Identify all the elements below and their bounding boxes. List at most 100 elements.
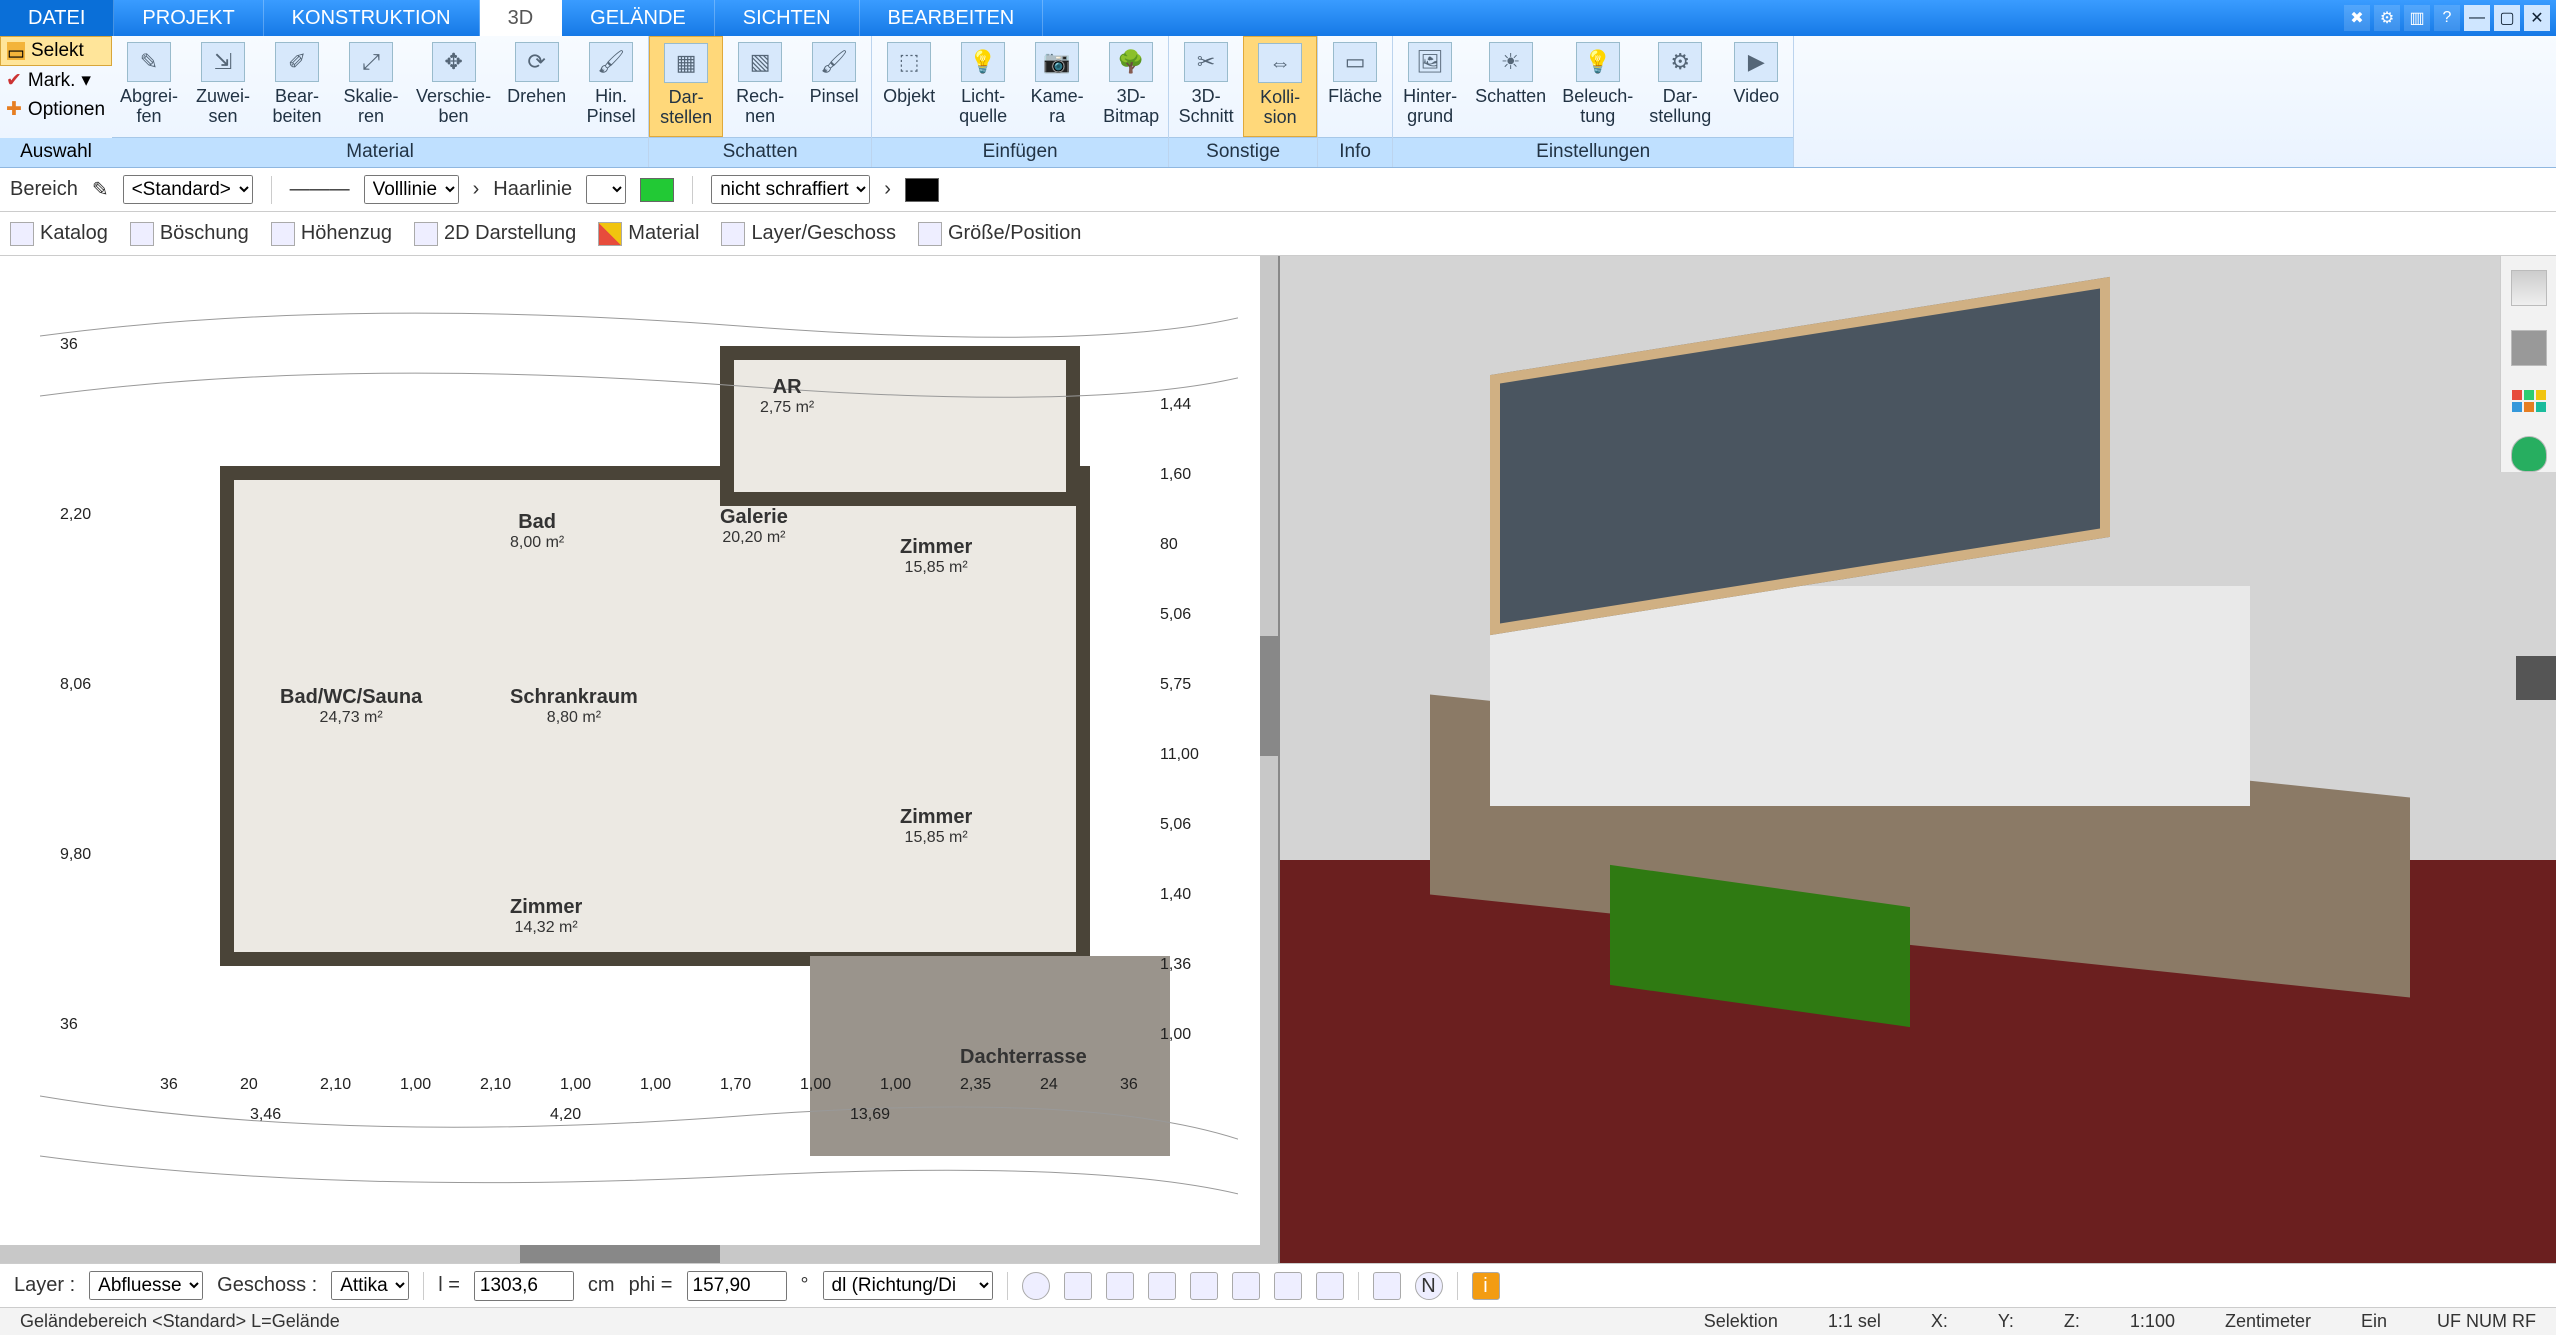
ribbon-button[interactable]: 🌳3D- Bitmap [1094,36,1168,137]
options-button[interactable]: ✚Optionen [0,95,112,124]
maximize-button[interactable]: ▢ [2494,5,2520,31]
furniture-icon[interactable] [2511,330,2547,366]
ribbon-icon: ▶ [1734,42,1778,82]
ribbon-icon: ⬚ [887,42,931,82]
info-icon[interactable]: i [1472,1272,1500,1300]
layers-icon[interactable]: ▥ [2404,5,2430,31]
grid-icon[interactable] [1373,1272,1401,1300]
hatch-select[interactable]: nicht schraffiert [711,175,870,204]
material-button[interactable]: Material [598,222,699,246]
ribbon-group-sonstige: ✂3D- Schnitt⇔Kolli- sion Sonstige [1169,36,1318,167]
ribbon-button[interactable]: ✐Bear- beiten [260,36,334,137]
north-icon[interactable]: N [1415,1272,1443,1300]
linetype-select[interactable]: Volllinie [364,175,459,204]
bereich-select[interactable]: <Standard> [123,175,253,204]
ribbon-button[interactable]: 🖌Hin. Pinsel [574,36,648,137]
vertical-scrollbar[interactable] [1260,256,1278,1245]
tab-datei[interactable]: DATEI [0,0,114,36]
clock-icon[interactable] [1022,1272,1050,1300]
ribbon-button[interactable]: ▧Rech- nen [723,36,797,137]
ribbon-button[interactable]: ☀Schatten [1467,36,1554,137]
close-button[interactable]: ✕ [2524,5,2550,31]
room-label: Galerie20,20 m² [720,506,788,547]
tab-konstruktion[interactable]: KONSTRUKTION [264,0,480,36]
3d-viewport[interactable] [1280,256,2556,1263]
layer-geschoss-button[interactable]: Layer/Geschoss [721,222,896,246]
minimize-button[interactable]: — [2464,5,2490,31]
mode-select[interactable]: dl (Richtung/Di [823,1271,993,1300]
layers-panel-icon[interactable] [2511,270,2547,306]
geschoss-select[interactable]: Attika [331,1271,409,1300]
boeschung-button[interactable]: Böschung [130,222,249,246]
dimension-label: 1,60 [1160,466,1191,484]
tab-sichten[interactable]: SICHTEN [715,0,860,36]
bereich-icon[interactable]: ✎ [92,177,109,202]
katalog-button[interactable]: Katalog [10,222,108,246]
tab-gelaende[interactable]: GELÄNDE [562,0,715,36]
ribbon-button[interactable]: ✎Abgrei- fen [112,36,186,137]
dimension-label: 80 [1160,536,1178,554]
ribbon-button[interactable]: ⚙Dar- stellung [1641,36,1719,137]
ribbon-button[interactable]: 💡Licht- quelle [946,36,1020,137]
tab-bearbeiten[interactable]: BEARBEITEN [860,0,1044,36]
hoehenzug-button[interactable]: Höhenzug [271,222,392,246]
color-swatches-icon[interactable] [2512,390,2546,412]
ribbon-button[interactable]: ✥Verschie- ben [408,36,499,137]
ribbon-button[interactable]: ⇲Zuwei- sen [186,36,260,137]
dimension-label: 8,06 [60,676,91,694]
drawer-handle[interactable] [2516,656,2556,700]
ribbon-button[interactable]: ⇔Kolli- sion [1243,36,1317,137]
tab-projekt[interactable]: PROJEKT [114,0,263,36]
groesse-position-button[interactable]: Größe/Position [918,222,1081,246]
bereich-label: Bereich [10,178,78,201]
ribbon-button[interactable]: ⬚Objekt [872,36,946,137]
tree-icon[interactable] [2511,436,2547,472]
layer-select[interactable]: Abfluesse [89,1271,203,1300]
tool-icon-2[interactable] [1148,1272,1176,1300]
lineweight-select[interactable] [586,175,626,204]
horizontal-scrollbar[interactable] [0,1245,1278,1263]
ribbon-icon: 💡 [961,42,1005,82]
length-input[interactable] [474,1271,574,1301]
ribbon-button[interactable]: ▦Dar- stellen [649,36,723,137]
dimension-label: 24 [1040,1076,1058,1094]
dimension-label: 1,70 [720,1076,751,1094]
ribbon-button[interactable]: 📷Kame- ra [1020,36,1094,137]
chevron-right-icon[interactable]: › [473,178,480,201]
fill-color-swatch[interactable] [905,178,939,202]
measure-icon[interactable] [1064,1272,1092,1300]
line-color-swatch[interactable] [640,178,674,202]
ribbon-button[interactable]: ✂3D- Schnitt [1169,36,1243,137]
mark-button[interactable]: ✔Mark.▾ [0,66,112,95]
tools-icon[interactable]: ✖ [2344,5,2370,31]
ribbon-group-einstellungen: 🖼Hinter- grund☀Schatten💡Beleuch- tung⚙Da… [1393,36,1794,167]
ribbon-button[interactable]: ⤢Skalie- ren [334,36,408,137]
ribbon-button[interactable]: 💡Beleuch- tung [1554,36,1641,137]
ribbon-button[interactable]: 🖼Hinter- grund [1393,36,1467,137]
ribbon-button[interactable]: ▭Fläche [1318,36,1392,137]
help-icon[interactable]: ? [2434,5,2460,31]
ribbon-button[interactable]: ▶Video [1719,36,1793,137]
tool-icon-6[interactable] [1316,1272,1344,1300]
chevron-right-icon[interactable]: › [884,178,891,201]
ribbon-button[interactable]: 🖌Pinsel [797,36,871,137]
dimension-label: 1,00 [1160,1026,1191,1044]
ribbon-button[interactable]: ⟳Drehen [499,36,574,137]
dimension-label: 2,35 [960,1076,991,1094]
tool-icon-4[interactable] [1232,1272,1260,1300]
floorplan-viewport[interactable]: AR2,75 m²Galerie20,20 m²Bad8,00 m²Zimmer… [0,256,1280,1263]
ribbon-button-label: Kame- ra [1031,86,1084,126]
dimension-label: 3,46 [250,1106,281,1124]
tool-icon-5[interactable] [1274,1272,1302,1300]
2d-darstellung-button[interactable]: 2D Darstellung [414,222,576,246]
room-label: Bad8,00 m² [510,511,564,552]
ribbon-icon: 🌳 [1109,42,1153,82]
tab-3d[interactable]: 3D [480,0,563,36]
settings-icon[interactable]: ⚙ [2374,5,2400,31]
tool-icon-3[interactable] [1190,1272,1218,1300]
phi-input[interactable] [687,1271,787,1301]
dimension-label: 11,00 [1160,746,1199,764]
dimension-label: 20 [240,1076,258,1094]
tool-icon-1[interactable] [1106,1272,1134,1300]
select-button[interactable]: ▭Selekt [0,36,112,66]
